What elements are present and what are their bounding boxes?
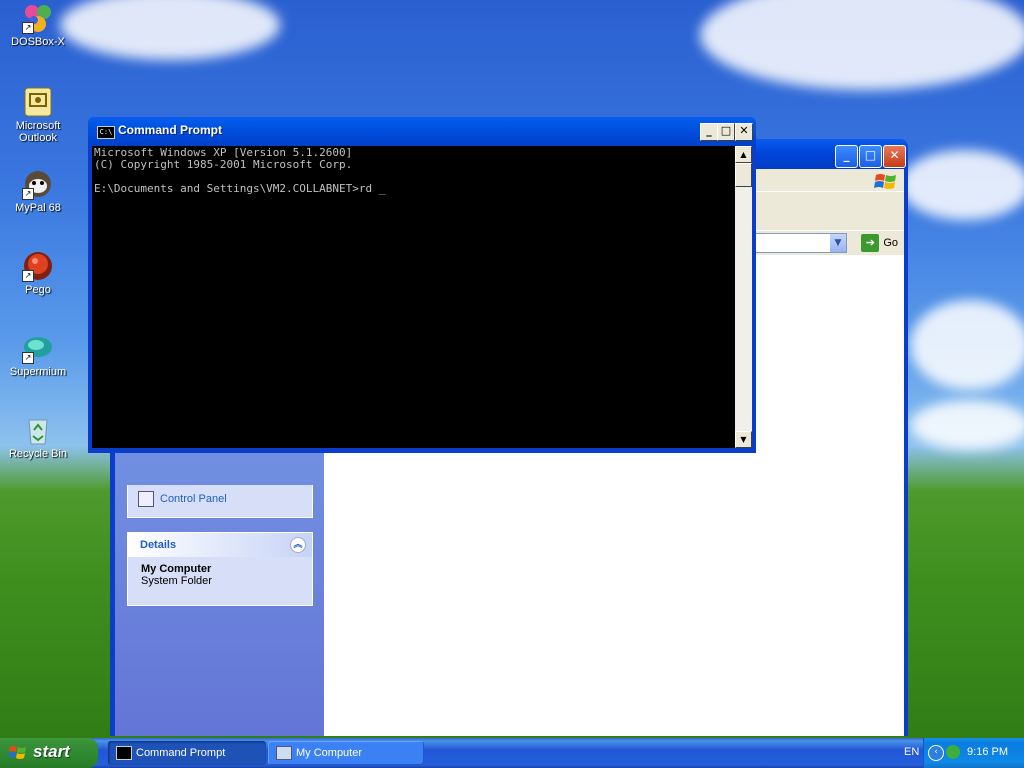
collapse-chevron-icon[interactable]: ︽ <box>290 537 306 553</box>
chevron-down-icon[interactable]: ▼ <box>830 234 846 252</box>
desktop-icon-supermium[interactable]: ↗ Supermium <box>0 332 76 378</box>
maximize-button[interactable]: □ <box>717 123 735 141</box>
address-input[interactable]: ▼ <box>750 233 847 253</box>
mypal-icon: ↗ <box>22 168 54 200</box>
console-icon: C:\ <box>97 126 115 139</box>
title-bar[interactable]: C:\ Command Prompt _ □ ✕ <box>88 117 756 146</box>
cloud <box>910 400 1024 450</box>
minimize-button[interactable]: _ <box>835 145 858 168</box>
recycle-bin-icon <box>22 414 54 446</box>
minimize-button[interactable]: _ <box>700 123 718 141</box>
language-indicator[interactable]: EN <box>904 746 919 758</box>
shortcut-arrow-icon: ↗ <box>22 352 34 364</box>
desktop-icon-label: Pego <box>25 284 51 296</box>
go-button[interactable]: ➔ Go <box>861 233 898 253</box>
taskbar-item-command-prompt[interactable]: Command Prompt <box>108 741 266 765</box>
cloud <box>700 0 1024 90</box>
computer-icon <box>276 746 292 760</box>
console-output[interactable]: Microsoft Windows XP [Version 5.1.2600] … <box>92 146 735 448</box>
maximize-button[interactable]: □ <box>859 145 882 168</box>
pego-icon: ↗ <box>22 250 54 282</box>
desktop-icon-label: Supermium <box>9 366 67 378</box>
scroll-down-icon[interactable]: ▼ <box>735 431 752 448</box>
start-button[interactable]: start <box>0 738 98 768</box>
start-label: start <box>33 742 70 761</box>
desktop-icon-label: MyPal 68 <box>15 202 61 214</box>
clock[interactable]: 9:16 PM <box>967 746 1008 758</box>
desktop-icon-label: Recycle Bin <box>8 448 68 460</box>
cloud <box>910 300 1024 390</box>
scroll-up-icon[interactable]: ▲ <box>735 146 752 163</box>
other-places-box: Control Panel <box>127 485 313 518</box>
details-header[interactable]: Details ︽ <box>128 533 312 557</box>
details-box: Details ︽ My Computer System Folder <box>127 532 313 606</box>
details-name: My Computer <box>141 563 212 575</box>
desktop-icon-outlook[interactable]: Microsoft Outlook <box>0 86 76 144</box>
command-prompt-window[interactable]: C:\ Command Prompt _ □ ✕ Microsoft Windo… <box>88 117 756 453</box>
details-type: System Folder <box>141 575 212 587</box>
console-icon <box>116 746 132 760</box>
close-button[interactable]: ✕ <box>735 123 753 141</box>
console-text: Microsoft Windows XP [Version 5.1.2600] … <box>94 146 386 195</box>
dosbox-icon: ↗ <box>22 2 54 34</box>
control-panel-icon <box>138 491 154 507</box>
desktop-icon-pego[interactable]: ↗ Pego <box>0 250 76 296</box>
desktop-icon-label: DOSBox-X <box>11 36 65 48</box>
control-panel-link[interactable]: Control Panel <box>128 485 312 513</box>
system-tray: ‹ 9:16 PM <box>923 738 1024 768</box>
cloud <box>900 150 1024 220</box>
desktop-icon-mypal[interactable]: ↗ MyPal 68 <box>0 168 76 214</box>
network-icon[interactable] <box>946 745 960 759</box>
close-button[interactable]: ✕ <box>883 145 906 168</box>
tray-expand-icon[interactable]: ‹ <box>928 745 944 761</box>
desktop-icon-dosbox[interactable]: ↗ DOSBox-X <box>0 2 76 48</box>
windows-logo-icon <box>9 746 26 759</box>
scroll-thumb[interactable] <box>735 163 752 187</box>
go-arrow-icon: ➔ <box>861 234 880 253</box>
cloud <box>60 0 280 60</box>
taskbar: start Command Prompt My Computer EN ‹ 9:… <box>0 738 1024 768</box>
shortcut-arrow-icon: ↗ <box>22 22 34 34</box>
outlook-icon <box>22 86 54 118</box>
desktop-icon-recycle-bin[interactable]: Recycle Bin <box>0 414 76 460</box>
windows-logo-icon <box>874 174 896 189</box>
shortcut-arrow-icon: ↗ <box>22 188 34 200</box>
taskbar-item-my-computer[interactable]: My Computer <box>268 741 424 765</box>
shortcut-arrow-icon: ↗ <box>22 270 34 282</box>
details-content: My Computer System Folder <box>128 557 312 593</box>
desktop-icon-label: Microsoft Outlook <box>15 120 61 144</box>
vertical-scrollbar[interactable]: ▲ ▼ <box>735 146 752 448</box>
supermium-icon: ↗ <box>22 332 54 364</box>
window-title: Command Prompt <box>118 123 223 137</box>
